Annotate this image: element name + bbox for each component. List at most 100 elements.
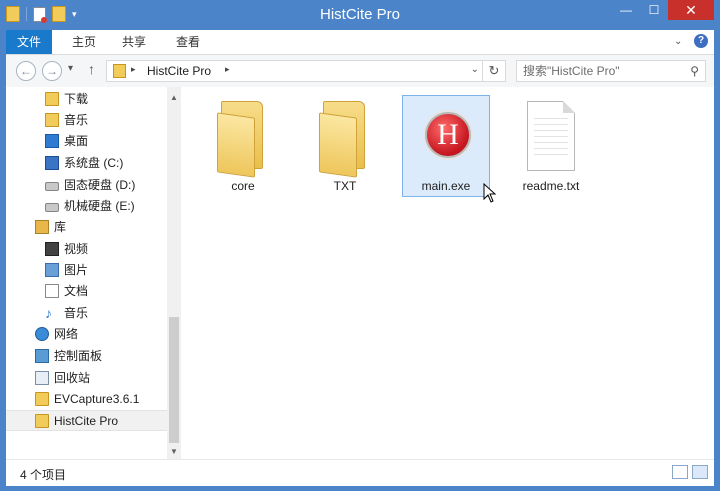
nav-label: 文档 — [64, 284, 89, 298]
scroll-down-icon[interactable]: ▼ — [167, 445, 181, 459]
expand-ribbon-icon[interactable]: ⌄ — [674, 36, 684, 47]
control-panel-icon — [35, 349, 49, 363]
file-view: core TXT H main.exe readme.txt — [181, 87, 714, 459]
file-tile[interactable]: core — [199, 95, 287, 197]
chevron-right-icon[interactable]: ▸ — [225, 64, 230, 75]
address-dropdown-icon[interactable]: ⌄ — [471, 64, 479, 75]
up-button[interactable]: ↑ — [88, 61, 95, 77]
nav-label: 图片 — [64, 263, 89, 277]
file-name: main.exe — [421, 179, 471, 193]
nav-item-control-panel[interactable]: 控制面板 — [6, 346, 167, 367]
breadcrumb-histcite[interactable]: HistCite Pro — [147, 64, 211, 78]
search-box[interactable]: ⚲ — [516, 60, 706, 82]
drive-icon — [45, 203, 59, 212]
scroll-up-icon[interactable]: ▲ — [167, 91, 181, 105]
view-buttons — [672, 465, 708, 479]
address-row: ← → ▾ ↑ ▸ HistCite Pro ▸ ⌄ ↻ ⚲ — [6, 55, 714, 87]
tab-view[interactable]: 查看 — [166, 30, 210, 54]
nav-label: 回收站 — [54, 371, 91, 385]
tab-file[interactable]: 文件 — [6, 30, 52, 54]
nav-item-downloads[interactable]: 下载 — [6, 89, 167, 110]
videos-icon — [45, 242, 59, 256]
nav-label: 控制面板 — [54, 349, 103, 363]
refresh-button[interactable]: ↻ — [482, 61, 505, 81]
nav-item-music-library[interactable]: ♪ 音乐 — [6, 303, 167, 324]
recent-locations-icon[interactable]: ▾ — [68, 63, 73, 74]
nav-label: EVCapture3.6.1 — [54, 392, 140, 406]
mouse-cursor-icon — [483, 183, 497, 203]
status-bar: 4 个项目 — [6, 459, 714, 486]
nav-label: 机械硬盘 (E:) — [64, 199, 135, 213]
chevron-right-icon[interactable]: ▸ — [131, 64, 136, 75]
tab-home[interactable]: 主页 — [62, 30, 106, 54]
nav-label: 视频 — [64, 242, 89, 256]
search-input[interactable] — [523, 63, 673, 79]
nav-label: 网络 — [54, 327, 79, 341]
navigation-pane: 下载 音乐 桌面 系统盘 (C:) 固态硬盘 (D:) 机械硬盘 (E:) 库 — [6, 87, 167, 459]
address-bar[interactable]: ▸ HistCite Pro ▸ ⌄ ↻ — [106, 60, 506, 82]
nav-item-desktop[interactable]: 桌面 — [6, 131, 167, 152]
scroll-thumb[interactable] — [169, 317, 179, 443]
nav-label: 库 — [54, 220, 67, 234]
nav-label: 固态硬盘 (D:) — [64, 178, 136, 192]
documents-icon — [45, 284, 59, 298]
music-folder-icon — [45, 113, 59, 127]
tab-share[interactable]: 共享 — [112, 30, 156, 54]
nav-item-drive-e[interactable]: 机械硬盘 (E:) — [6, 196, 167, 217]
file-name: core — [231, 179, 255, 193]
nav-item-pictures[interactable]: 图片 — [6, 260, 167, 281]
minimize-button[interactable]: — — [612, 0, 640, 20]
file-name: readme.txt — [522, 179, 580, 193]
folder-icon — [113, 64, 126, 78]
details-view-icon[interactable] — [672, 465, 688, 479]
file-tile-selected[interactable]: H main.exe — [402, 95, 490, 197]
nav-item-documents[interactable]: 文档 — [6, 281, 167, 302]
maximize-button[interactable]: ☐ — [640, 0, 668, 20]
help-icon[interactable]: ? — [694, 34, 708, 48]
nav-label: 下载 — [64, 92, 89, 106]
nav-item-evcapture[interactable]: EVCapture3.6.1 — [6, 389, 167, 410]
title-bar[interactable]: ▾ HistCite Pro — ☐ ✕ — [0, 0, 720, 30]
nav-item-histcite[interactable]: HistCite Pro — [6, 410, 167, 431]
ribbon-tabs: 文件 主页 共享 查看 ⌄ ? — [6, 30, 714, 55]
explorer-window: ▾ HistCite Pro — ☐ ✕ 文件 主页 共享 查看 ⌄ ? ← →… — [0, 0, 720, 491]
search-icon[interactable]: ⚲ — [690, 64, 699, 78]
nav-label: 音乐 — [64, 306, 89, 320]
nav-item-drive-c[interactable]: 系统盘 (C:) — [6, 153, 167, 174]
file-tile[interactable]: readme.txt — [507, 95, 595, 197]
network-icon — [35, 327, 49, 341]
libraries-icon — [35, 220, 49, 234]
nav-item-recycle-bin[interactable]: 回收站 — [6, 368, 167, 389]
folder-icon — [35, 392, 49, 406]
file-name: TXT — [333, 179, 357, 193]
nav-item-network[interactable]: 网络 — [6, 324, 167, 345]
close-button[interactable]: ✕ — [668, 0, 714, 20]
nav-label: HistCite Pro — [54, 414, 119, 428]
nav-label: 桌面 — [64, 134, 89, 148]
nav-item-music[interactable]: 音乐 — [6, 110, 167, 131]
recycle-bin-icon — [35, 371, 49, 385]
folder-icon — [35, 414, 49, 428]
folder-icon — [319, 101, 369, 178]
nav-item-videos[interactable]: 视频 — [6, 239, 167, 260]
nav-scrollbar[interactable]: ▲ ▼ — [167, 87, 181, 459]
item-count: 4 个项目 — [20, 468, 67, 482]
histcite-app-icon: H — [425, 112, 471, 158]
back-button[interactable]: ← — [16, 61, 36, 81]
desktop-icon — [45, 134, 59, 148]
large-icons-view-icon[interactable] — [692, 465, 708, 479]
ribbon-right: ⌄ ? — [674, 34, 708, 48]
nav-item-drive-d[interactable]: 固态硬盘 (D:) — [6, 175, 167, 196]
system-drive-icon — [45, 156, 59, 170]
music-note-icon: ♪ — [45, 305, 52, 321]
folder-icon — [217, 101, 267, 178]
nav-label: 音乐 — [64, 113, 89, 127]
nav-label: 系统盘 (C:) — [64, 156, 124, 170]
downloads-folder-icon — [45, 92, 59, 106]
forward-button[interactable]: → — [42, 61, 62, 81]
pictures-icon — [45, 263, 59, 277]
window-controls: — ☐ ✕ — [612, 0, 714, 20]
file-tile[interactable]: TXT — [301, 95, 389, 197]
nav-item-libraries[interactable]: 库 — [6, 217, 167, 238]
text-file-icon — [527, 101, 575, 171]
